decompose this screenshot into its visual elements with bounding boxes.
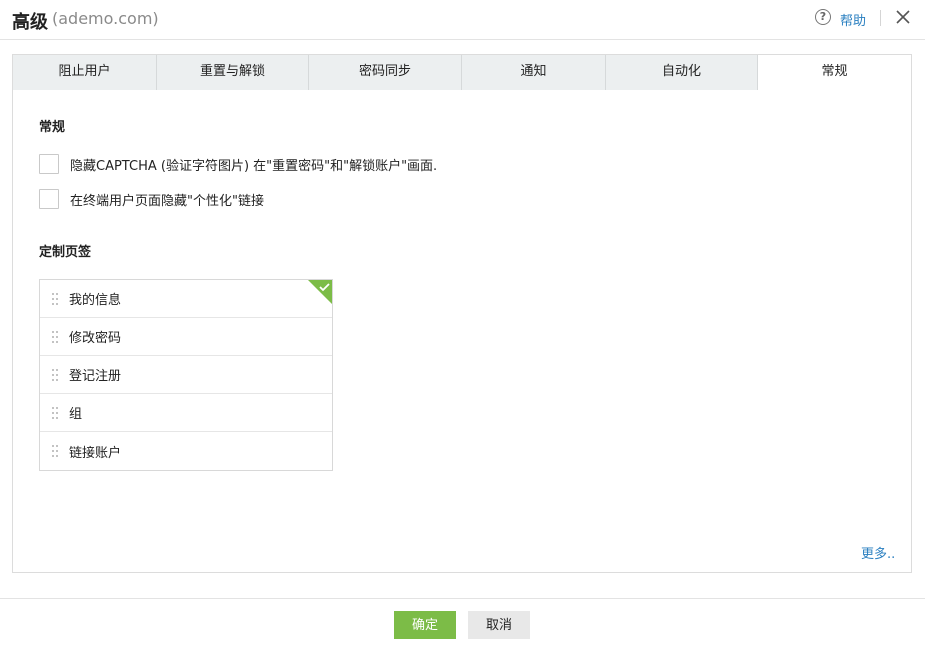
list-item-linked-accounts[interactable]: 链接账户 xyxy=(40,432,332,470)
custom-tabs-section-title: 定制页签 xyxy=(39,245,92,260)
advanced-dialog: 高级 (ademo.com) ? 帮助 阻止用户 重置与解锁 密码同步 通知 自… xyxy=(0,0,925,652)
list-item-groups[interactable]: 组 xyxy=(40,394,332,432)
drag-handle-icon[interactable] xyxy=(52,368,60,381)
help-icon[interactable]: ? xyxy=(815,9,831,25)
drag-handle-icon[interactable] xyxy=(52,292,60,305)
option-hide-personalize: 在终端用户页面隐藏"个性化"链接 xyxy=(39,189,264,209)
tab-general[interactable]: 常规 xyxy=(758,55,911,91)
drag-handle-icon[interactable] xyxy=(52,330,60,343)
more-link[interactable]: 更多.. xyxy=(861,543,895,562)
checkmark-icon xyxy=(308,280,332,304)
close-icon[interactable] xyxy=(894,7,912,27)
drag-handle-icon[interactable] xyxy=(52,445,60,457)
list-item-label: 登记注册 xyxy=(69,369,122,384)
cancel-button[interactable]: 取消 xyxy=(468,611,530,639)
list-item-label: 组 xyxy=(69,407,83,422)
settings-panel: 阻止用户 重置与解锁 密码同步 通知 自动化 常规 常规 隐藏CAPTCHA (… xyxy=(12,54,912,573)
dialog-subtitle: (ademo.com) xyxy=(52,9,159,28)
ok-button[interactable]: 确定 xyxy=(394,611,456,639)
list-item-label: 链接账户 xyxy=(69,445,122,461)
custom-tabs-list: 我的信息 修改密码 登记注册 组 链接账户 xyxy=(39,279,333,471)
list-item-enrollment[interactable]: 登记注册 xyxy=(40,356,332,394)
hide-personalize-label: 在终端用户页面隐藏"个性化"链接 xyxy=(70,193,264,209)
option-hide-captcha: 隐藏CAPTCHA (验证字符图片) 在"重置密码"和"解锁账户"画面. xyxy=(39,154,437,174)
hide-captcha-label: 隐藏CAPTCHA (验证字符图片) 在"重置密码"和"解锁账户"画面. xyxy=(70,158,438,174)
header-divider xyxy=(880,10,881,26)
hide-personalize-checkbox[interactable] xyxy=(39,189,59,209)
tab-password-sync[interactable]: 密码同步 xyxy=(309,55,462,90)
tab-bar: 阻止用户 重置与解锁 密码同步 通知 自动化 常规 xyxy=(13,55,911,91)
drag-handle-icon[interactable] xyxy=(52,406,60,419)
dialog-footer: 确定 取消 xyxy=(0,598,925,652)
list-item-change-password[interactable]: 修改密码 xyxy=(40,318,332,356)
dialog-header: 高级 (ademo.com) ? 帮助 xyxy=(0,0,925,40)
tab-notification[interactable]: 通知 xyxy=(462,55,606,90)
general-section-title: 常规 xyxy=(39,120,66,135)
hide-captcha-checkbox[interactable] xyxy=(39,154,59,174)
list-item-label: 修改密码 xyxy=(69,331,122,346)
help-link[interactable]: 帮助 xyxy=(840,10,866,29)
tab-automation[interactable]: 自动化 xyxy=(606,55,758,90)
list-item-my-info[interactable]: 我的信息 xyxy=(40,280,332,318)
dialog-title: 高级 xyxy=(12,12,48,33)
tab-reset-unlock[interactable]: 重置与解锁 xyxy=(157,55,309,90)
list-item-label: 我的信息 xyxy=(69,293,122,308)
tab-block-users[interactable]: 阻止用户 xyxy=(13,55,157,90)
